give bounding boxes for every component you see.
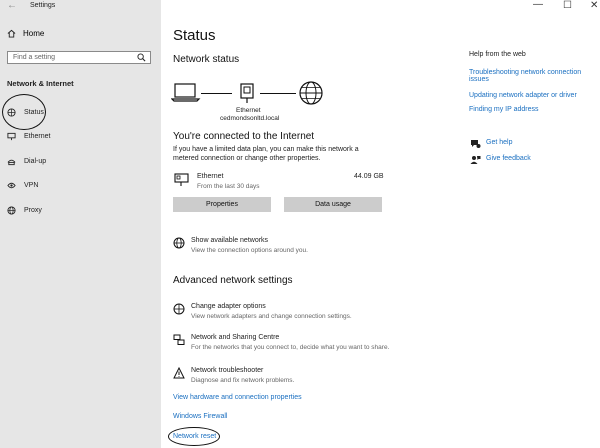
maximize-button[interactable]: ☐ [563,0,572,11]
sidebar-item-label: Dial-up [24,157,47,165]
laptop-icon [171,83,201,102]
usage-amount: 44.09 GB [354,173,384,180]
windows-firewall-link[interactable]: Windows Firewall [173,413,227,420]
reset-highlight-circle [168,427,220,446]
help-link-troubleshooting[interactable]: Troubleshooting network connection issue… [469,69,581,83]
connection-line [201,93,232,94]
home-icon [7,29,16,38]
help-link-line: Troubleshooting network connection [469,69,582,76]
show-networks-title[interactable]: Show available networks [191,237,268,244]
show-networks-desc: View the connection options around you. [191,247,308,254]
back-button[interactable]: ← [7,0,17,11]
ethernet-adapter-icon [240,83,254,103]
sidebar-item-label: VPN [24,181,39,189]
help-link-ip-address[interactable]: Finding my IP address [469,106,539,113]
advanced-item-desc: View network adapters and change connect… [191,313,352,320]
advanced-item-title[interactable]: Change adapter options [191,303,266,310]
advanced-item-title[interactable]: Network troubleshooter [191,367,263,374]
feedback-icon [470,156,481,164]
minimize-button[interactable]: — [533,0,543,10]
search-input[interactable]: Find a setting [7,51,151,64]
globe-icon [173,237,185,249]
home-label: Home [23,29,45,38]
page-title: Status [173,27,216,44]
status-highlight-circle [2,94,46,130]
search-icon [137,53,146,62]
help-link-line: issues [469,76,489,83]
dialup-icon [7,159,16,165]
ethernet-usage-icon [174,173,189,186]
warning-icon [173,367,185,379]
connected-desc-line1: If you have a limited data plan, you can… [173,146,359,153]
data-usage-button[interactable]: Data usage [284,197,382,212]
properties-button[interactable]: Properties [173,197,271,212]
usage-period: From the last 30 days [197,183,260,190]
adapter-icon [173,303,185,315]
help-link-updating-adapter[interactable]: Updating network adapter or driver [469,92,577,99]
advanced-item-desc: For the networks that you connect to, de… [191,344,390,351]
network-name: cedmondsonltd.local [220,115,280,122]
connected-desc-line2: metered connection or change other prope… [173,155,321,162]
advanced-heading: Advanced network settings [173,275,293,286]
search-placeholder: Find a setting [13,54,56,61]
sidebar-item-ethernet[interactable]: Ethernet [7,129,50,143]
sidebar [0,0,161,448]
usage-name: Ethernet [197,173,224,180]
sidebar-item-vpn[interactable]: VPN [7,178,38,192]
close-button[interactable]: ✕ [590,0,598,11]
proxy-icon [7,205,16,215]
ethernet-icon [7,132,16,140]
sidebar-item-dialup[interactable]: Dial-up [7,154,46,168]
connection-line [260,93,296,94]
sidebar-item-label: Proxy [24,206,42,214]
sidebar-item-label: Ethernet [24,132,51,140]
connected-heading: You're connected to the Internet [173,131,315,142]
get-help-icon [471,140,481,148]
advanced-item-desc: Diagnose and fix network problems. [191,377,295,384]
vpn-icon [7,182,16,188]
adapter-label: Ethernet [236,107,261,114]
get-help-link[interactable]: Get help [486,139,512,146]
sidebar-item-proxy[interactable]: Proxy [7,203,42,217]
give-feedback-link[interactable]: Give feedback [486,155,531,162]
title-bar: ← Settings — ☐ ✕ [0,0,600,14]
network-status-heading: Network status [173,54,240,65]
help-heading: Help from the web [469,51,526,58]
sharing-centre-icon [173,334,185,345]
sidebar-section-title: Network & Internet [7,79,74,88]
advanced-item-title[interactable]: Network and Sharing Centre [191,334,279,341]
internet-globe-icon [299,81,323,105]
home-nav[interactable]: Home [7,29,44,38]
window-title: Settings [30,2,56,9]
hardware-properties-link[interactable]: View hardware and connection properties [173,394,302,401]
